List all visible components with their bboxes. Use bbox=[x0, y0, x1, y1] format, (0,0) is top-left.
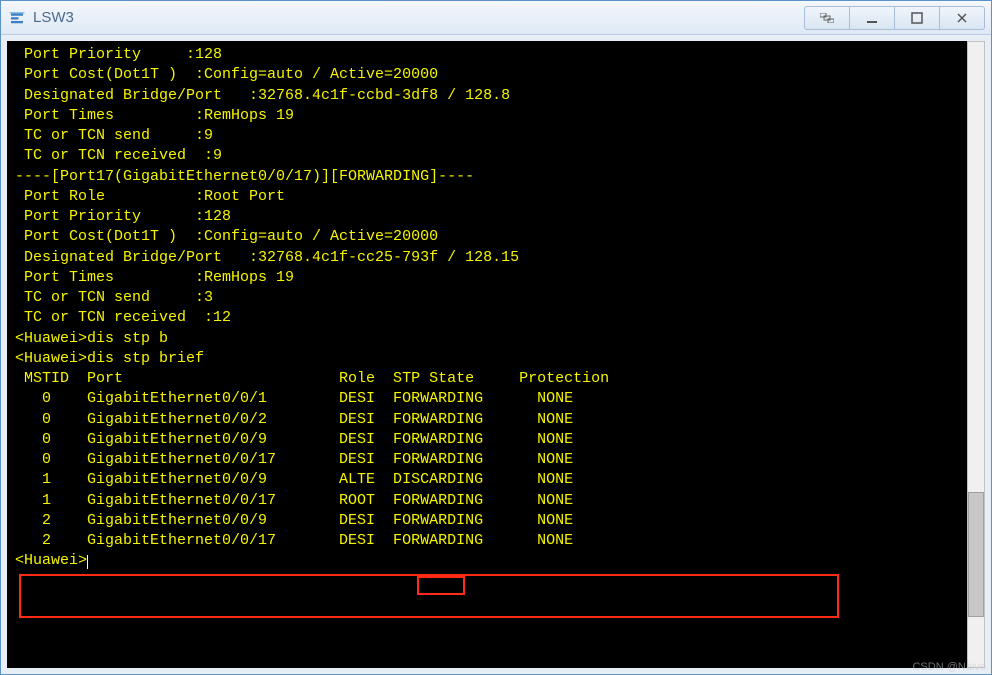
close-button[interactable] bbox=[939, 6, 985, 30]
window-controls bbox=[805, 6, 985, 30]
app-window: LSW3 Port Priority :128 Port Cost(Dot1T … bbox=[0, 0, 992, 675]
titlebar[interactable]: LSW3 bbox=[1, 1, 991, 35]
terminal-cursor bbox=[87, 555, 88, 569]
app-icon bbox=[7, 8, 27, 28]
options-button[interactable] bbox=[804, 6, 850, 30]
terminal[interactable]: Port Priority :128 Port Cost(Dot1T ) :Co… bbox=[7, 41, 985, 668]
scroll-thumb[interactable] bbox=[968, 492, 984, 617]
maximize-button[interactable] bbox=[894, 6, 940, 30]
window-title: LSW3 bbox=[33, 9, 805, 26]
watermark: CSDN @Naive bbox=[912, 661, 986, 673]
terminal-prompt: <Huawei> bbox=[15, 552, 87, 569]
minimize-button[interactable] bbox=[849, 6, 895, 30]
terminal-container: Port Priority :128 Port Cost(Dot1T ) :Co… bbox=[1, 35, 991, 674]
scrollbar[interactable] bbox=[967, 41, 985, 668]
